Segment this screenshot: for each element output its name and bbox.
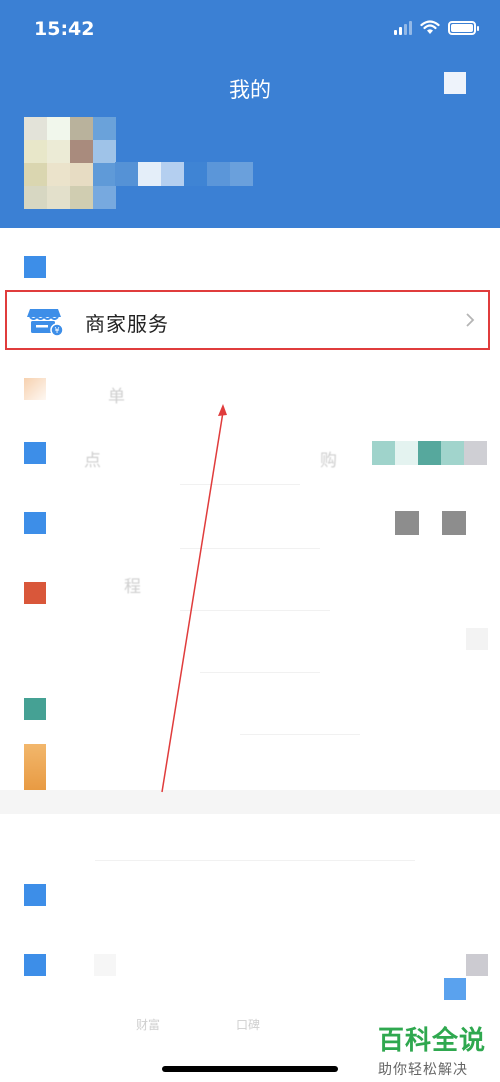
home-indicator[interactable] [162, 1066, 338, 1072]
watermark-title: 百科全说 [378, 1026, 487, 1056]
annotation-arrow [161, 404, 227, 793]
watermark-subtitle: 助你轻松解决 [378, 1062, 468, 1078]
watermark-logo: 百科全说 助你轻松解决 [378, 1020, 486, 1079]
